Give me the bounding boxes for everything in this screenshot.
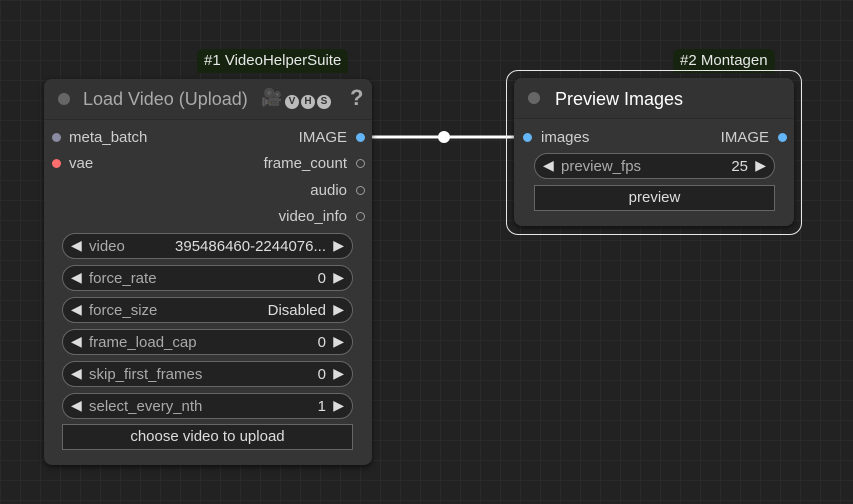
video-info-output-label: video_info xyxy=(278,208,347,225)
decrement-arrow-icon[interactable]: ◀ xyxy=(543,157,554,174)
increment-arrow-icon[interactable]: ▶ xyxy=(333,269,344,286)
meta-batch-input-label: meta_batch xyxy=(69,129,148,146)
node1-title-bar[interactable]: Load Video (Upload) 🎥 VHS ? xyxy=(44,79,372,120)
images-input-label: images xyxy=(541,129,590,146)
skip-first-frames-widget-value: 0 xyxy=(317,366,326,383)
decrement-arrow-icon[interactable]: ◀ xyxy=(71,301,82,318)
force-size-widget-name: force_size xyxy=(89,302,158,319)
image-output-label: IMAGE xyxy=(298,129,347,146)
increment-arrow-icon[interactable]: ▶ xyxy=(333,397,344,414)
audio-output-label: audio xyxy=(310,182,347,199)
select-every-nth-widget-name: select_every_nth xyxy=(89,398,203,415)
images-input-socket[interactable] xyxy=(523,133,532,142)
frame-load-cap-widget-name: frame_load_cap xyxy=(89,334,197,351)
choose-video-upload-button[interactable]: choose video to upload xyxy=(62,424,353,450)
vhs-letter-h: H xyxy=(301,95,315,109)
increment-arrow-icon[interactable]: ▶ xyxy=(333,237,344,254)
increment-arrow-icon[interactable]: ▶ xyxy=(755,157,766,174)
preview-button[interactable]: preview xyxy=(534,185,775,211)
force-size-widget[interactable]: ◀ force_size Disabled ▶ xyxy=(62,297,353,323)
node1-badge: #1 VideoHelperSuite xyxy=(197,49,349,73)
vhs-letter-v: V xyxy=(285,95,299,109)
collapse-dot-icon[interactable] xyxy=(58,93,70,105)
vhs-letter-s: S xyxy=(317,95,331,109)
link-midpoint xyxy=(438,131,450,143)
node1-title: Load Video (Upload) xyxy=(83,89,248,109)
frame-load-cap-widget-value: 0 xyxy=(317,334,326,351)
video-widget[interactable]: ◀ video 395486460-2244076... ▶ xyxy=(62,233,353,259)
preview-fps-widget-name: preview_fps xyxy=(561,158,642,175)
video-info-output-socket[interactable] xyxy=(356,212,365,221)
force-rate-widget-name: force_rate xyxy=(89,270,157,287)
camera-icon: 🎥 xyxy=(261,88,283,107)
image-output-label: IMAGE xyxy=(720,129,769,146)
frame-count-output-label: frame_count xyxy=(263,155,347,172)
preview-fps-widget[interactable]: ◀ preview_fps 25 ▶ xyxy=(534,153,775,179)
increment-arrow-icon[interactable]: ▶ xyxy=(333,333,344,350)
load-video-node[interactable]: Load Video (Upload) 🎥 VHS ? meta_batch v… xyxy=(44,79,372,465)
vae-input-label: vae xyxy=(69,155,94,172)
meta-batch-input-socket[interactable] xyxy=(52,133,61,142)
decrement-arrow-icon[interactable]: ◀ xyxy=(71,269,82,286)
frame-count-output-socket[interactable] xyxy=(356,159,365,168)
increment-arrow-icon[interactable]: ▶ xyxy=(333,365,344,382)
node2-title-bar[interactable]: Preview Images xyxy=(514,78,794,119)
preview-fps-widget-value: 25 xyxy=(731,158,748,175)
skip-first-frames-widget-name: skip_first_frames xyxy=(89,366,203,383)
image-output-socket[interactable] xyxy=(778,133,787,142)
node2-title: Preview Images xyxy=(555,89,684,109)
select-every-nth-widget-value: 1 xyxy=(317,398,326,415)
help-icon[interactable]: ? xyxy=(350,85,363,111)
select-every-nth-widget[interactable]: ◀ select_every_nth 1 ▶ xyxy=(62,393,353,419)
force-rate-widget-value: 0 xyxy=(317,270,326,287)
image-output-socket[interactable] xyxy=(356,133,365,142)
force-size-widget-value: Disabled xyxy=(267,302,326,319)
frame-load-cap-widget[interactable]: ◀ frame_load_cap 0 ▶ xyxy=(62,329,353,355)
video-widget-name: video xyxy=(89,238,125,255)
preview-images-node[interactable]: Preview Images images IMAGE ◀ preview_fp… xyxy=(514,78,794,226)
video-widget-value: 395486460-2244076... xyxy=(175,238,326,255)
increment-arrow-icon[interactable]: ▶ xyxy=(333,301,344,318)
collapse-dot-icon[interactable] xyxy=(528,92,540,104)
vhs-icon: VHS xyxy=(285,91,331,109)
decrement-arrow-icon[interactable]: ◀ xyxy=(71,333,82,350)
decrement-arrow-icon[interactable]: ◀ xyxy=(71,365,82,382)
audio-output-socket[interactable] xyxy=(356,186,365,195)
force-rate-widget[interactable]: ◀ force_rate 0 ▶ xyxy=(62,265,353,291)
decrement-arrow-icon[interactable]: ◀ xyxy=(71,397,82,414)
skip-first-frames-widget[interactable]: ◀ skip_first_frames 0 ▶ xyxy=(62,361,353,387)
decrement-arrow-icon[interactable]: ◀ xyxy=(71,237,82,254)
vae-input-socket[interactable] xyxy=(52,159,61,168)
